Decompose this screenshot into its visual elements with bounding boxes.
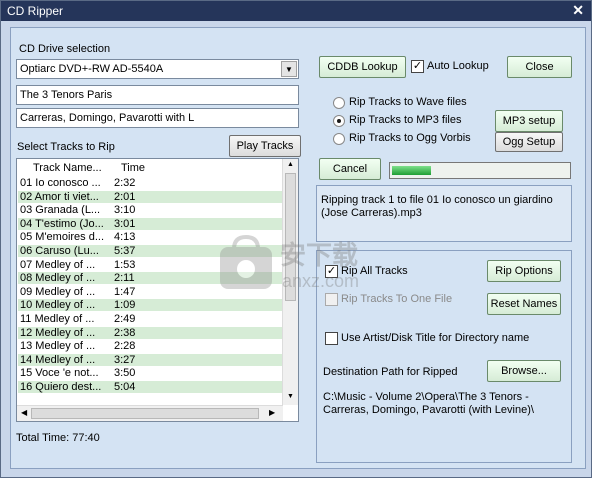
- rip-options-button[interactable]: Rip Options: [487, 260, 561, 282]
- track-row[interactable]: 04 T'estimo (Jo... 3:01: [18, 217, 283, 230]
- track-time: 2:49: [114, 313, 136, 325]
- use-artist-dir-label: Use Artist/Disk Title for Directory name: [341, 332, 530, 344]
- scroll-down-icon[interactable]: ▼: [287, 393, 294, 400]
- artist-field[interactable]: Carreras, Domingo, Pavarotti with L: [16, 108, 299, 128]
- track-time: 5:04: [114, 381, 136, 393]
- track-time: 3:27: [114, 353, 136, 366]
- cd-ripper-window: CD Ripper ✕ CD Drive selection Optiarc D…: [0, 0, 592, 478]
- track-name: 11 Medley of ...: [20, 313, 95, 325]
- track-time: 3:50: [114, 367, 136, 380]
- chevron-down-icon[interactable]: ▼: [281, 61, 297, 77]
- track-row[interactable]: 15 Voce 'e not... 3:50: [18, 367, 283, 379]
- watermark-sub: anxz.com: [282, 271, 360, 291]
- track-name: 04 T'estimo (Jo...: [20, 217, 104, 230]
- destination-label: Destination Path for Ripped: [323, 366, 458, 378]
- track-name: 06 Caruso (Lu...: [20, 245, 99, 257]
- album-title-field[interactable]: The 3 Tenors Paris: [16, 85, 299, 105]
- drive-label: CD Drive selection: [19, 43, 111, 55]
- track-row[interactable]: 13 Medley of ... 2:28: [18, 340, 283, 352]
- track-list-horizontal-scrollbar[interactable]: ◀ ▶: [17, 405, 283, 421]
- total-time: Total Time: 77:40: [16, 432, 100, 444]
- ogg-setup-button[interactable]: Ogg Setup: [495, 132, 563, 152]
- window-close-icon[interactable]: ✕: [572, 2, 584, 19]
- mp3-setup-button[interactable]: MP3 setup: [495, 110, 563, 132]
- radio-mp3[interactable]: [333, 115, 345, 127]
- main-pane: CD Drive selection Optiarc DVD+-RW AD-55…: [10, 27, 586, 469]
- track-name: 16 Quiero dest...: [20, 381, 102, 393]
- album-title-value: The 3 Tenors Paris: [20, 89, 113, 101]
- track-name: 02 Amor ti viet...: [20, 190, 99, 203]
- track-name: 05 M'emoires d...: [20, 231, 105, 244]
- track-row[interactable]: 16 Quiero dest... 5:04: [18, 381, 283, 393]
- radio-wave[interactable]: [333, 97, 345, 109]
- track-time: 2:38: [114, 326, 136, 339]
- play-tracks-button[interactable]: Play Tracks: [229, 135, 301, 157]
- radio-ogg[interactable]: [333, 133, 345, 145]
- use-artist-dir-checkbox[interactable]: [325, 332, 338, 345]
- track-list-hscroll-thumb[interactable]: [31, 408, 259, 419]
- track-name: 15 Voce 'e not...: [20, 367, 99, 380]
- track-row[interactable]: 01 Io conosco ... 2:32: [18, 177, 283, 189]
- drive-select[interactable]: Optiarc DVD+-RW AD-5540A ▼: [16, 59, 299, 79]
- track-time: 2:28: [114, 340, 136, 353]
- drive-select-value: Optiarc DVD+-RW AD-5540A: [20, 63, 164, 75]
- track-time: 3:01: [114, 217, 136, 230]
- tracks-label: Select Tracks to Rip: [17, 141, 115, 153]
- track-time: 5:37: [114, 245, 136, 257]
- track-row[interactable]: 11 Medley of ... 2:49: [18, 313, 283, 325]
- track-time-header[interactable]: Time: [121, 162, 145, 174]
- rip-progress-fill: [392, 166, 431, 175]
- track-time: 1:09: [114, 299, 136, 312]
- auto-lookup-label: Auto Lookup: [427, 60, 489, 72]
- track-row[interactable]: 03 Granada (L... 3:10: [18, 204, 283, 216]
- scroll-left-icon[interactable]: ◀: [21, 408, 27, 417]
- destination-path: C:\Music - Volume 2\Opera\The 3 Tenors -…: [323, 391, 534, 416]
- scroll-right-icon[interactable]: ▶: [269, 408, 275, 417]
- radio-mp3-label: Rip Tracks to MP3 files: [349, 114, 462, 126]
- rip-progress-bar: [389, 162, 571, 179]
- track-time: 1:53: [114, 258, 136, 271]
- reset-names-button[interactable]: Reset Names: [487, 293, 561, 315]
- track-name: 08 Medley of ...: [20, 272, 96, 285]
- track-time: 2:32: [114, 177, 136, 189]
- radio-ogg-label: Rip Tracks to Ogg Vorbis: [349, 132, 471, 144]
- track-row[interactable]: 12 Medley of ... 2:38: [18, 326, 283, 339]
- track-time: 2:01: [114, 190, 136, 203]
- window-title: CD Ripper: [7, 4, 64, 18]
- watermark: 安下载 anxz.com: [216, 233, 386, 303]
- bag-logo-icon: [220, 234, 272, 289]
- browse-button[interactable]: Browse...: [487, 360, 561, 382]
- watermark-text: 安下载: [280, 240, 359, 270]
- track-name: 10 Medley of ...: [20, 299, 96, 312]
- track-row[interactable]: 14 Medley of ... 3:27: [18, 353, 283, 366]
- auto-lookup-checkbox[interactable]: ✓: [411, 60, 424, 73]
- track-name: 09 Medley of ...: [20, 285, 96, 298]
- track-time: 2:11: [114, 272, 135, 285]
- track-row[interactable]: 02 Amor ti viet... 2:01: [18, 190, 283, 203]
- cancel-button[interactable]: Cancel: [319, 158, 381, 180]
- track-time: 1:47: [114, 285, 136, 298]
- title-bar[interactable]: CD Ripper ✕: [1, 1, 591, 21]
- artist-value: Carreras, Domingo, Pavarotti with L: [20, 112, 195, 124]
- cddb-lookup-button[interactable]: CDDB Lookup: [319, 56, 406, 78]
- track-name-header[interactable]: Track Name...: [33, 162, 102, 174]
- track-name: 14 Medley of ...: [20, 353, 96, 366]
- radio-wave-label: Rip Tracks to Wave files: [349, 96, 467, 108]
- track-name: 01 Io conosco ...: [20, 177, 101, 189]
- scroll-up-icon[interactable]: ▲: [287, 161, 294, 168]
- rip-status-text: Ripping track 1 to file 01 Io conosco un…: [321, 194, 553, 219]
- track-name: 13 Medley of ...: [20, 340, 96, 353]
- track-name: 12 Medley of ...: [20, 326, 96, 339]
- track-time: 3:10: [114, 204, 136, 217]
- track-name: 07 Medley of ...: [20, 258, 96, 271]
- close-button[interactable]: Close: [507, 56, 572, 78]
- track-time: 4:13: [114, 231, 136, 244]
- track-name: 03 Granada (L...: [20, 204, 101, 217]
